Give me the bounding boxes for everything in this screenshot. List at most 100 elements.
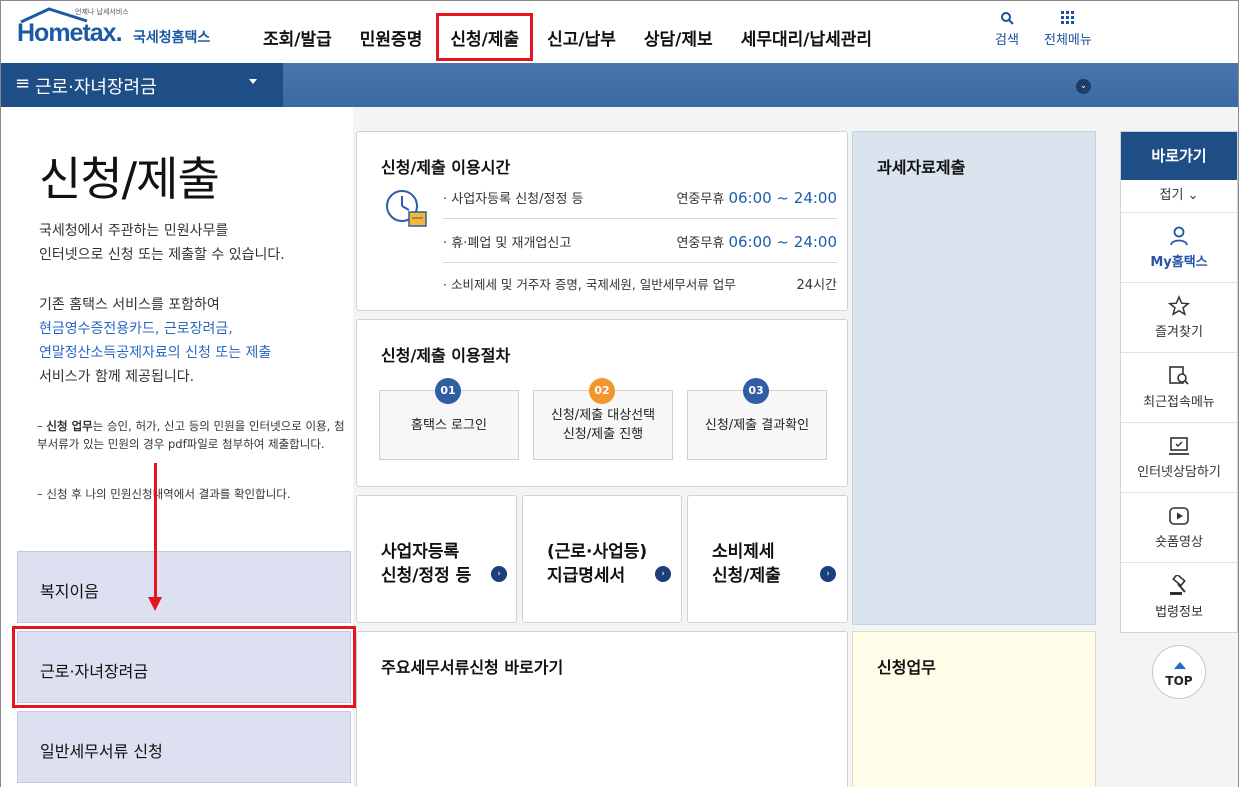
intro-desc-2: 기존 홈택스 서비스를 포함하여 현금영수증전용카드, 근로장려금, 연말정산소… — [39, 293, 271, 389]
bar-arrow-decoration — [269, 63, 283, 107]
quick-link-law-info[interactable]: 법령정보 — [1121, 562, 1237, 632]
tax-data-title: 과세자료제출 — [877, 158, 966, 177]
clock-calendar-icon — [386, 190, 427, 227]
step-text: 홈택스 로그인 — [411, 417, 487, 433]
quick-link-label: 인터넷상담하기 — [1137, 465, 1221, 480]
hours-row-label: · 사업자등록 신청/정정 등 — [443, 192, 584, 207]
annotation-arrow-head — [148, 597, 162, 611]
fold-button[interactable]: 접기 ⌄ — [1121, 180, 1237, 212]
chevron-right-icon: › — [820, 566, 836, 582]
procedure-title: 신청/제출 이용절차 — [381, 346, 511, 365]
intro-highlight: 현금영수증전용카드, 근로장려금, — [39, 321, 233, 337]
top-label: TOP — [1165, 674, 1193, 688]
step-number: 03 — [743, 378, 769, 404]
hours-row-label: · 소비제세 및 거주자 증명, 국제세원, 일반세무서류 업무 — [443, 277, 736, 292]
step-text: 신청/제출 대상선택 신청/제출 진행 — [550, 408, 656, 442]
quick-card-line: (근로·사업등) — [547, 542, 648, 562]
quick-link-favorites[interactable]: 즐겨찾기 — [1121, 282, 1237, 352]
docs-shortcut-title: 주요세무서류신청 바로가기 — [381, 658, 564, 677]
side-menu-general-documents[interactable]: 일반세무서류 신청 — [17, 711, 351, 783]
quick-card-line: 사업자등록 — [381, 542, 460, 562]
main-content: 신청/제출 국세청에서 주관하는 민원사무를 인터넷으로 신청 또는 제출할 수… — [1, 107, 1238, 787]
chevron-right-icon: › — [655, 566, 671, 582]
search-label: 검색 — [995, 33, 1019, 48]
intro-line: 기존 홈택스 서비스를 포함하여 — [39, 297, 220, 313]
intro-line: 국세청에서 주관하는 민원사무를 — [39, 223, 229, 239]
hours-row: · 사업자등록 신청/정정 등 연중무휴 06:00 ~ 24:00 — [443, 188, 837, 207]
hours-title: 신청/제출 이용시간 — [381, 158, 511, 177]
quick-link-label: 최근접속메뉴 — [1143, 395, 1215, 410]
quick-link-label: 숏폼영상 — [1155, 535, 1203, 550]
nav-item-agent[interactable]: 세무대리/납세관리 — [727, 13, 886, 61]
quick-card-payment-statement[interactable]: (근로·사업등) 지급명세서 › — [522, 495, 682, 623]
video-icon — [1169, 507, 1189, 525]
hours-row: · 휴·폐업 및 재개업신고 연중무휴 06:00 ~ 24:00 — [443, 232, 837, 251]
nav-item-lookup[interactable]: 조회/발급 — [249, 13, 346, 61]
note-text: 신청 후 나의 민원신청내역에서 결과를 확인합니다. — [46, 487, 291, 501]
application-tasks-title: 신청업무 — [877, 658, 936, 677]
docs-shortcut-card: 주요세무서류신청 바로가기 — [356, 631, 848, 787]
quick-link-recent-menu[interactable]: 최근접속메뉴 — [1121, 352, 1237, 422]
note-bold: 신청 업무 — [46, 419, 93, 433]
nav-item-certificates[interactable]: 민원증명 — [346, 13, 437, 61]
divider — [443, 262, 837, 263]
gavel-icon — [1170, 575, 1186, 595]
quick-card-line: 지급명세서 — [547, 566, 626, 586]
side-menu-welfare[interactable]: 복지이음 — [17, 551, 351, 623]
divider — [443, 218, 837, 219]
person-icon — [1170, 226, 1188, 246]
side-menu-earned-income-credit[interactable]: 근로·자녀장려금 — [12, 626, 356, 708]
quick-link-header: 바로가기 — [1121, 132, 1237, 180]
step-number: 02 — [589, 378, 615, 404]
nav-item-apply-submit[interactable]: 신청/제출 — [436, 13, 534, 61]
quick-link-online-consult[interactable]: 인터넷상담하기 — [1121, 422, 1237, 492]
note-1: – 신청 업무는 승인, 허가, 신고 등의 민원을 인터넷으로 이용, 첨부서… — [37, 419, 345, 451]
all-menu-button[interactable]: 전체메뉴 — [1044, 11, 1092, 48]
procedure-card: 신청/제출 이용절차 홈택스 로그인 01 신청/제출 대상선택 신청/제출 진… — [356, 319, 848, 487]
quick-card-business-registration[interactable]: 사업자등록 신청/정정 등 › — [356, 495, 517, 623]
expand-down-icon[interactable]: ⌄ — [1076, 79, 1091, 94]
logo-tagline: 언제나 납세서비스 — [75, 8, 129, 16]
arrow-up-icon — [1174, 662, 1186, 669]
intro-line: 서비스가 함께 제공됩니다. — [39, 369, 195, 385]
quick-link-label: 법령정보 — [1155, 605, 1203, 620]
quick-link-label: My홈택스 — [1150, 255, 1208, 270]
caret-down-icon — [249, 79, 257, 84]
scroll-top-button[interactable]: TOP — [1152, 645, 1206, 699]
quick-link-bar: 바로가기 접기 ⌄ My홈택스 즐겨찾기 최근접속메뉴 인터넷상담하기 숏폼영상… — [1120, 131, 1238, 633]
hours-row-time: 06:00 ~ 24:00 — [728, 189, 837, 207]
main-nav: 조회/발급 민원증명 신청/제출 신고/납부 상담/제보 세무대리/납세관리 — [249, 13, 886, 61]
hours-card: 신청/제출 이용시간 · 사업자등록 신청/정정 등 연중무휴 06:00 ~ … — [356, 131, 848, 311]
hours-row-value: 연중무휴 06:00 ~ 24:00 — [676, 232, 837, 251]
hometax-logo[interactable]: 언제나 납세서비스 Hometax. 국세청홈택스 — [17, 7, 227, 53]
intro-highlight: 연말정산소득공제자료의 신청 또는 제출 — [39, 345, 272, 361]
logo-org-name: 국세청홈택스 — [133, 30, 211, 46]
quick-card-label: 소비제세 신청/제출 — [712, 540, 781, 588]
quick-link-my-hometax[interactable]: My홈택스 — [1121, 212, 1237, 282]
hours-row-time: 06:00 ~ 24:00 — [728, 233, 837, 251]
chevron-down-icon: ⌄ — [1187, 188, 1199, 203]
hours-row-prefix: 연중무휴 — [676, 192, 729, 207]
quick-link-short-video[interactable]: 숏폼영상 — [1121, 492, 1237, 562]
annotation-arrow-line — [154, 463, 157, 601]
sub-nav-bar: ≡ 근로·자녀장려금 ⌄ — [1, 63, 1238, 107]
consult-icon — [1169, 437, 1189, 455]
quick-card-consumption-tax[interactable]: 소비제세 신청/제출 › — [687, 495, 848, 623]
application-tasks-panel: 신청업무 — [852, 631, 1096, 787]
category-selector[interactable]: ≡ 근로·자녀장려금 — [1, 63, 283, 107]
intro-line: 인터넷으로 신청 또는 제출할 수 있습니다. — [39, 247, 285, 263]
quick-card-label: (근로·사업등) 지급명세서 — [547, 540, 647, 588]
hours-row: · 소비제세 및 거주자 증명, 국제세원, 일반세무서류 업무 24시간 — [443, 274, 837, 293]
hours-row-prefix: 연중무휴 — [676, 236, 729, 251]
grid-menu-icon — [1060, 11, 1074, 24]
nav-item-consult[interactable]: 상담/제보 — [630, 13, 727, 61]
page-title: 신청/제출 — [39, 152, 220, 206]
step-text: 신청/제출 결과확인 — [704, 417, 810, 433]
chevron-right-icon: › — [491, 566, 507, 582]
nav-item-report-pay[interactable]: 신고/납부 — [533, 13, 630, 61]
search-icon — [1000, 12, 1014, 25]
quick-link-label: 즐겨찾기 — [1155, 325, 1203, 340]
category-title: 근로·자녀장려금 — [35, 77, 157, 98]
search-button[interactable]: 검색 — [995, 11, 1019, 48]
quick-card-line: 신청/제출 — [712, 566, 781, 586]
